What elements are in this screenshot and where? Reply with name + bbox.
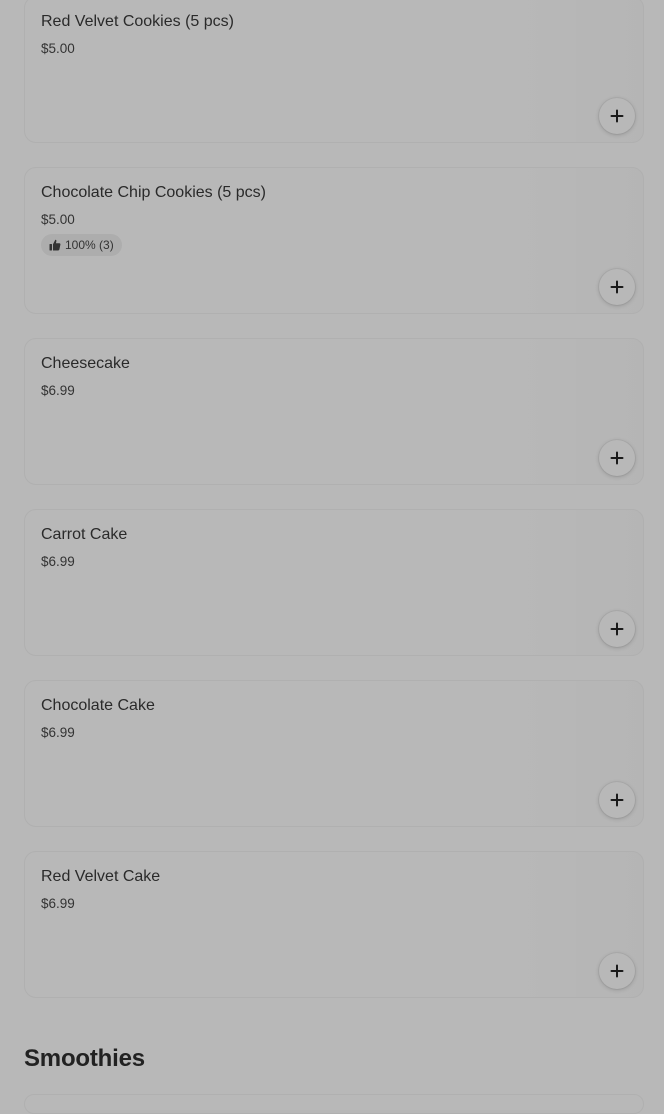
item-price: $6.99 xyxy=(41,383,75,398)
menu-item-card[interactable]: Red Velvet Cookies (5 pcs) $5.00 xyxy=(24,0,644,143)
item-price: $5.00 xyxy=(41,41,75,56)
item-name: Chocolate Chip Cookies (5 pcs) xyxy=(41,184,266,201)
rating-text: 100% (3) xyxy=(65,238,114,252)
menu-item-card[interactable]: Cheesecake $6.99 xyxy=(24,338,644,485)
add-item-button[interactable] xyxy=(599,440,635,476)
rating-badge: 100% (3) xyxy=(41,234,122,256)
plus-icon xyxy=(610,109,624,123)
add-item-button[interactable] xyxy=(599,611,635,647)
menu-item-card[interactable]: Chocolate Cake $6.99 xyxy=(24,680,644,827)
plus-icon xyxy=(610,793,624,807)
menu-item-card[interactable]: Chocolate Chip Cookies (5 pcs) $5.00 100… xyxy=(24,167,644,314)
menu-item-card[interactable]: Carrot Cake $6.99 xyxy=(24,509,644,656)
thumbs-up-icon xyxy=(49,239,61,251)
menu-item-list: Red Velvet Cookies (5 pcs) $5.00 Chocola… xyxy=(24,0,644,1022)
item-price: $6.99 xyxy=(41,896,75,911)
plus-icon xyxy=(610,964,624,978)
item-price: $5.00 xyxy=(41,212,75,227)
add-item-button[interactable] xyxy=(599,953,635,989)
item-name: Cheesecake xyxy=(41,355,130,372)
item-name: Carrot Cake xyxy=(41,526,128,543)
plus-icon xyxy=(610,451,624,465)
item-price: $6.99 xyxy=(41,554,75,569)
item-name: Chocolate Cake xyxy=(41,697,155,714)
plus-icon xyxy=(610,622,624,636)
section-heading: Smoothies xyxy=(24,1045,145,1072)
item-name: Red Velvet Cookies (5 pcs) xyxy=(41,13,234,30)
item-name: Red Velvet Cake xyxy=(41,868,161,885)
menu-item-card[interactable] xyxy=(24,1094,644,1114)
item-price: $6.99 xyxy=(41,725,75,740)
add-item-button[interactable] xyxy=(599,269,635,305)
plus-icon xyxy=(610,280,624,294)
add-item-button[interactable] xyxy=(599,98,635,134)
add-item-button[interactable] xyxy=(599,782,635,818)
menu-item-card[interactable]: Red Velvet Cake $6.99 xyxy=(24,851,644,998)
